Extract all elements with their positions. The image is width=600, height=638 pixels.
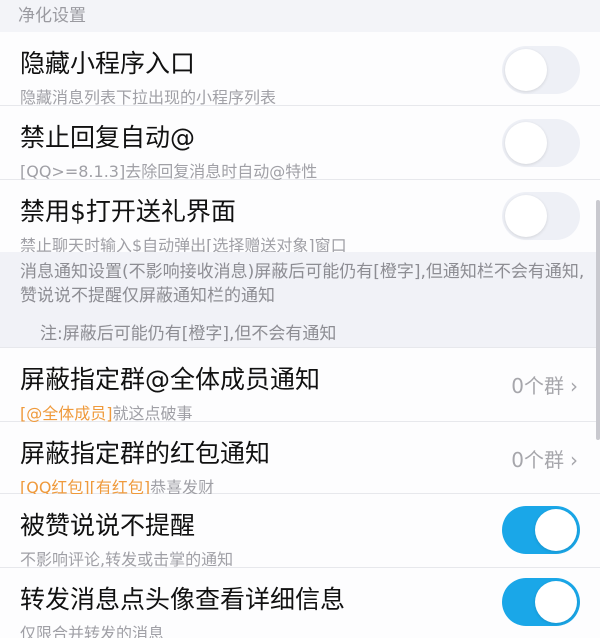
- subtitle-text: 就这点破事: [112, 404, 193, 423]
- setting-forward-avatar-details[interactable]: 转发消息点头像查看详细信息 仅限合并转发的消息: [0, 568, 600, 638]
- toggle-switch[interactable]: [502, 192, 580, 240]
- setting-subtitle: [QQ>=8.1.3]去除回复消息时自动@特性: [20, 162, 318, 181]
- toggle-switch[interactable]: [502, 506, 580, 554]
- setting-disable-auto-at[interactable]: 禁止回复自动@ [QQ>=8.1.3]去除回复消息时自动@特性: [0, 106, 600, 181]
- setting-title: 被赞说说不提醒: [20, 511, 196, 540]
- setting-subtitle: 仅限合并转发的消息: [20, 624, 165, 638]
- group-count-value: 0个群: [511, 448, 564, 472]
- setting-disable-gift-dollar[interactable]: 禁用$打开送礼界面 禁止聊天时输入$自动弹出[选择赠送对象]窗口: [0, 180, 600, 255]
- notice-text: 消息通知设置(不影响接收消息)屏蔽后可能仍有[橙字],但通知栏不会有通知,赞说说…: [20, 262, 585, 306]
- toggle-knob: [535, 581, 577, 623]
- section-header: 净化设置: [0, 0, 600, 32]
- setting-title: 屏蔽指定群的红包通知: [20, 439, 271, 468]
- subtitle-highlight: [@全体成员]: [20, 404, 113, 423]
- toggle-knob: [505, 49, 547, 91]
- toggle-knob: [505, 195, 547, 237]
- setting-subtitle: 不影响评论,转发或击掌的通知: [20, 550, 234, 569]
- scrollbar[interactable]: [596, 200, 600, 440]
- setting-hide-mini-program[interactable]: 隐藏小程序入口 隐藏消息列表下拉出现的小程序列表: [0, 32, 600, 107]
- setting-subtitle: [@全体成员]就这点破事: [20, 400, 193, 424]
- setting-title: 禁用$打开送礼界面: [20, 197, 236, 226]
- setting-block-group-at-all[interactable]: 屏蔽指定群@全体成员通知 [@全体成员]就这点破事 0个群 ›: [0, 348, 600, 424]
- toggle-knob: [505, 122, 547, 164]
- toggle-switch[interactable]: [502, 119, 580, 167]
- group-count[interactable]: 0个群 ›: [511, 444, 578, 473]
- chevron-right-icon: ›: [570, 374, 578, 398]
- setting-title: 禁止回复自动@: [20, 123, 196, 152]
- setting-title: 转发消息点头像查看详细信息: [20, 585, 346, 614]
- setting-subtitle: 隐藏消息列表下拉出现的小程序列表: [20, 88, 277, 107]
- setting-no-like-reminder[interactable]: 被赞说说不提醒 不影响评论,转发或击掌的通知: [0, 494, 600, 569]
- toggle-switch[interactable]: [502, 46, 580, 94]
- chevron-right-icon: ›: [570, 448, 578, 472]
- toggle-switch[interactable]: [502, 578, 580, 626]
- notification-notice: 消息通知设置(不影响接收消息)屏蔽后可能仍有[橙字],但通知栏不会有通知,赞说说…: [0, 252, 600, 348]
- group-count[interactable]: 0个群 ›: [511, 370, 578, 399]
- setting-title: 隐藏小程序入口: [20, 49, 196, 78]
- group-count-value: 0个群: [511, 374, 564, 398]
- toggle-knob: [535, 509, 577, 551]
- notice-note: 注:屏蔽后可能仍有[橙字],但不会有通知: [40, 324, 337, 344]
- setting-block-group-red-packet[interactable]: 屏蔽指定群的红包通知 [QQ红包][有红包]恭喜发财 0个群 ›: [0, 422, 600, 497]
- setting-title: 屏蔽指定群@全体成员通知: [20, 365, 321, 394]
